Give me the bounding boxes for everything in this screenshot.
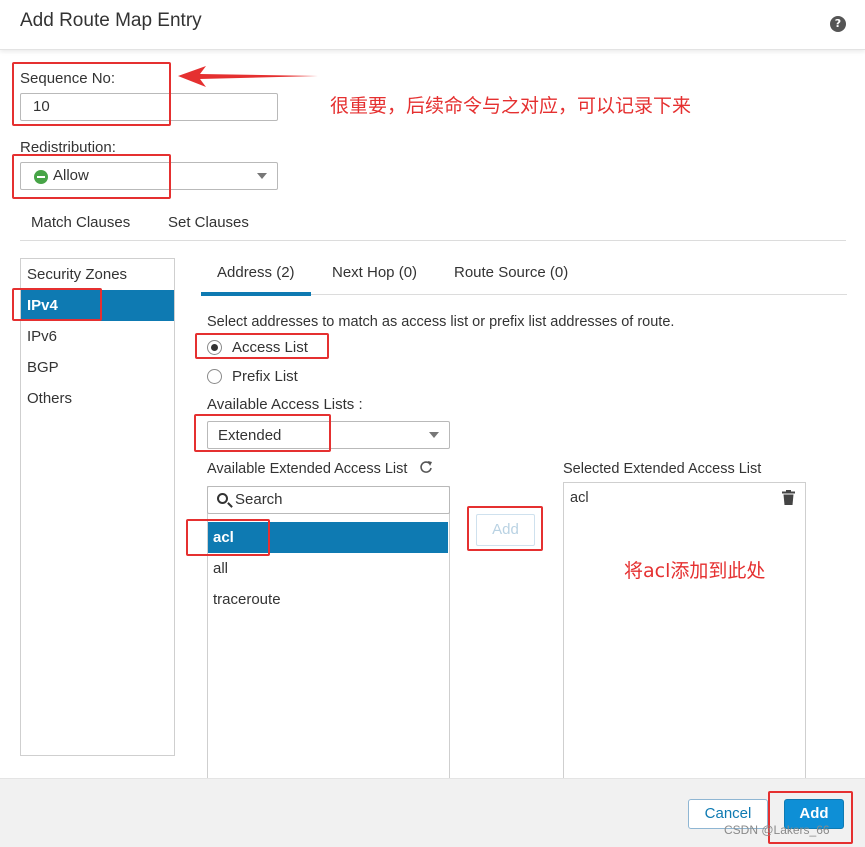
search-placeholder: Search <box>235 491 283 508</box>
add-to-selected-button[interactable]: Add <box>476 514 535 546</box>
search-input[interactable]: Search <box>207 486 450 514</box>
available-extended-label: Available Extended Access List <box>207 461 408 477</box>
match-category-sidebar: Security Zones IPv4 IPv6 BGP Others <box>20 258 175 756</box>
radio-access-list[interactable] <box>207 340 222 355</box>
sidebar-item-ipv4[interactable]: IPv4 <box>21 290 174 321</box>
sidebar-item-bgp[interactable]: BGP <box>21 352 174 383</box>
annotation-note-acl: 将acl添加到此处 <box>624 560 766 582</box>
active-tab-indicator <box>201 292 311 296</box>
clause-tabs-divider <box>20 240 846 241</box>
address-instruction: Select addresses to match as access list… <box>207 314 675 330</box>
access-list-type-value: Extended <box>218 427 282 444</box>
selected-access-list-box <box>563 482 806 790</box>
radio-prefix-list-label[interactable]: Prefix List <box>232 368 298 385</box>
chevron-down-icon <box>257 173 267 179</box>
annotation-note-sequence: 很重要，后续命令与之对应，可以记录下来 <box>330 95 692 117</box>
list-item-acl[interactable]: acl <box>208 522 448 553</box>
radio-access-list-label[interactable]: Access List <box>232 339 308 356</box>
redistribution-value: Allow <box>53 167 89 184</box>
radio-prefix-list[interactable] <box>207 369 222 384</box>
list-item-traceroute[interactable]: traceroute <box>208 584 448 615</box>
dialog-title: Add Route Map Entry <box>20 10 202 31</box>
chevron-down-icon <box>429 432 439 438</box>
redistribution-select[interactable]: Allow <box>20 162 278 190</box>
sidebar-item-security-zones[interactable]: Security Zones <box>21 259 174 290</box>
list-item-all[interactable]: all <box>208 553 448 584</box>
sidebar-item-ipv6[interactable]: IPv6 <box>21 321 174 352</box>
tab-address[interactable]: Address (2) <box>217 264 295 281</box>
available-access-lists-label: Available Access Lists : <box>207 396 363 413</box>
sequence-label: Sequence No: <box>20 70 116 87</box>
sidebar-item-others[interactable]: Others <box>21 383 174 414</box>
allow-circle-icon <box>34 170 48 184</box>
help-icon[interactable]: ? <box>830 16 846 32</box>
sequence-input[interactable]: 10 <box>20 93 278 121</box>
trash-icon[interactable] <box>782 490 795 505</box>
watermark: CSDN @Lakers_66 <box>724 823 830 837</box>
tab-next-hop[interactable]: Next Hop (0) <box>332 264 417 281</box>
selected-item-acl: acl <box>570 490 589 506</box>
refresh-icon[interactable] <box>419 460 433 474</box>
tab-match-clauses[interactable]: Match Clauses <box>31 214 130 231</box>
search-icon <box>217 493 228 504</box>
tab-set-clauses[interactable]: Set Clauses <box>168 214 249 231</box>
redistribution-label: Redistribution: <box>20 139 116 156</box>
selected-extended-label: Selected Extended Access List <box>563 461 762 477</box>
access-list-type-select[interactable]: Extended <box>207 421 450 449</box>
tab-route-source[interactable]: Route Source (0) <box>454 264 568 281</box>
annotation-arrow <box>178 66 318 87</box>
